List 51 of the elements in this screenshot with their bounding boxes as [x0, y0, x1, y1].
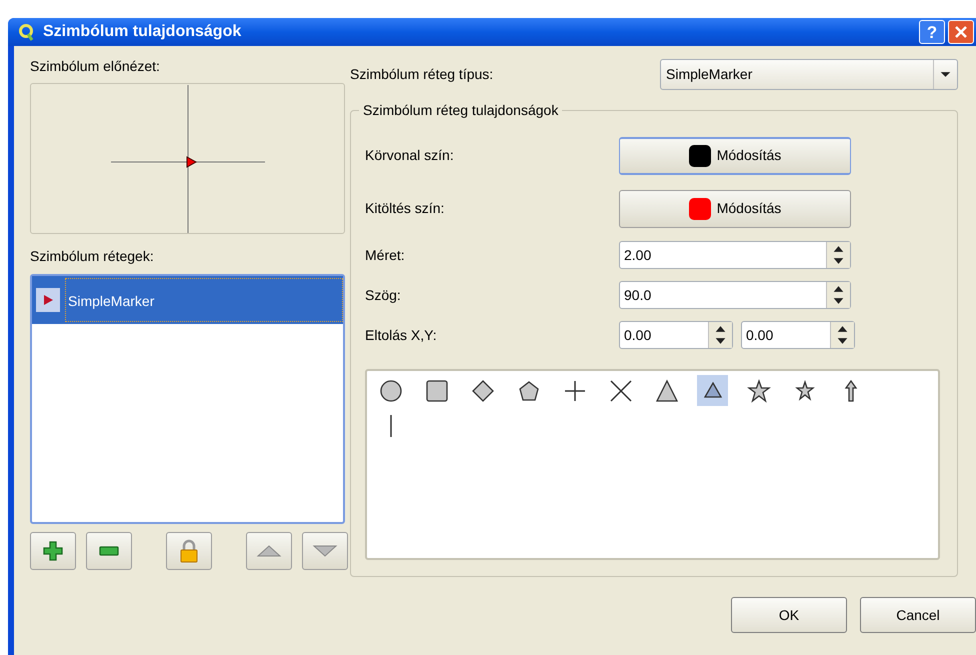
dropdown-value: SimpleMarker — [665, 64, 754, 84]
property-label: Körvonal szín: — [365, 146, 455, 165]
down-layer-button[interactable] — [302, 532, 348, 570]
triangle-marker-icon — [36, 288, 60, 312]
property-label: Kitöltés szín: — [365, 199, 446, 218]
layer-item[interactable]: SimpleMarker — [32, 276, 343, 324]
lock-icon — [178, 538, 200, 564]
add-layer-button[interactable] — [30, 532, 76, 570]
pentagon-icon — [516, 378, 540, 402]
property-label: Szög: — [365, 286, 402, 305]
plus-icon — [562, 378, 586, 402]
down-triangle-icon — [312, 544, 338, 558]
layers-label: Szimbólum rétegek: — [30, 247, 155, 266]
line-icon — [388, 414, 392, 438]
property-label: Eltolás X,Y: — [365, 326, 438, 344]
plus-icon — [42, 540, 64, 562]
star-icon — [792, 378, 816, 402]
change-color-button[interactable]: Módosítás — [619, 190, 851, 228]
square-icon — [424, 378, 448, 402]
window-title: Szimbólum tulajdonságok — [43, 22, 242, 42]
lock-layer-button[interactable] — [166, 532, 212, 570]
spin-value: 90.0 — [623, 286, 652, 305]
close-button[interactable] — [948, 20, 974, 44]
minus-icon — [98, 545, 120, 557]
x-mark-icon — [608, 378, 632, 402]
diamond-icon — [470, 378, 494, 402]
spin-box[interactable]: 0.00 — [741, 321, 855, 349]
dialog-button[interactable]: Cancel — [860, 597, 976, 633]
remove-layer-button[interactable] — [86, 532, 132, 570]
spin-box[interactable]: 2.00 — [619, 241, 851, 269]
preview-label: Szimbólum előnézet: — [30, 57, 161, 76]
layer-type-label: Szimbólum réteg típus: — [350, 64, 494, 84]
close-icon — [954, 25, 968, 39]
spin-value: 0.00 — [745, 326, 774, 345]
dialog-button[interactable]: OK — [731, 597, 847, 633]
layer-type-dropdown[interactable]: SimpleMarker — [660, 58, 958, 90]
app-logo-icon — [18, 23, 34, 41]
help-button[interactable]: ? — [919, 20, 945, 44]
spin-value: 2.00 — [623, 246, 652, 265]
circle-icon — [378, 378, 402, 402]
up-layer-button[interactable] — [246, 532, 292, 570]
triangle-icon — [654, 378, 678, 402]
star-icon — [746, 378, 770, 402]
spin-box[interactable]: 0.00 — [619, 321, 733, 349]
spin-box[interactable]: 90.0 — [619, 281, 851, 309]
property-label: Méret: — [365, 246, 406, 264]
marker-shape-option[interactable] — [697, 375, 728, 406]
layer-name: SimpleMarker — [65, 278, 343, 322]
up-triangle-icon — [256, 544, 282, 558]
change-color-button[interactable]: Módosítás — [619, 136, 851, 174]
spin-value: 0.00 — [623, 326, 652, 345]
